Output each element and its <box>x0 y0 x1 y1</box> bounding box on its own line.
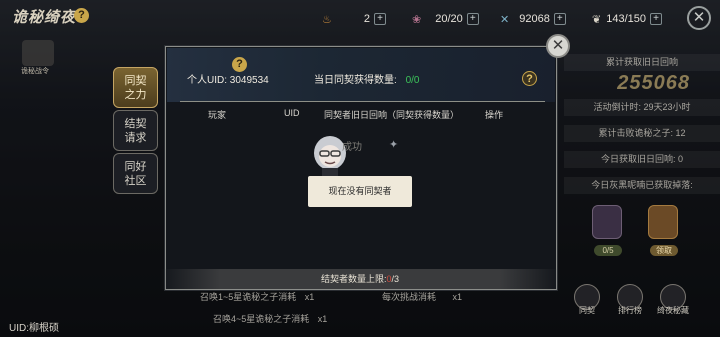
tab-label: 请求 <box>124 132 147 144</box>
today-drop-text: 今日灰黑呢喃已获取掉落: <box>564 177 720 194</box>
challenge-cost-row: 每次挑战消耗 x1 <box>382 290 462 303</box>
resource-value: 2 <box>363 13 370 25</box>
pact-limit-max: /3 <box>391 274 400 284</box>
help-icon[interactable]: ? <box>74 8 89 23</box>
close-icon: ✕ <box>692 9 706 26</box>
summon-cost-text: 召唤4~5星诡秘之子消耗 <box>213 314 310 324</box>
success-text: 成功 <box>342 142 362 153</box>
summon-cost-row: 召唤4~5星诡秘之子消耗 x1 <box>213 312 327 325</box>
resource-value: 20/20 <box>435 13 463 25</box>
tab-label: 结契 <box>124 118 147 130</box>
today-pact-count: 当日同契获得数量: 0/0 <box>314 71 419 86</box>
resource-candle: ♨ 2 + <box>322 11 386 27</box>
column-action: 操作 <box>485 110 504 120</box>
crystal-icon: ✕ <box>500 13 510 26</box>
pouch-reward-icon <box>648 205 678 239</box>
sparkle-icon: ✦ <box>389 139 399 151</box>
close-icon: ✕ <box>551 37 565 54</box>
summon-cost-text: 召唤1~5星诡秘之子消耗 <box>200 292 297 302</box>
ranking-nav-label: 排行榜 <box>618 306 642 315</box>
resource-rose: ❀ 20/20 + <box>412 11 479 27</box>
countdown-text: 活动倒计时: 29天23小时 <box>564 99 720 116</box>
help-icon[interactable]: ? <box>232 57 247 72</box>
event-title: 诡秘绮夜 <box>12 9 77 26</box>
tab-label: 同好 <box>124 161 147 173</box>
war-order-icon[interactable] <box>22 40 54 66</box>
resource-crystal: ✕ 92068 + <box>500 11 566 27</box>
today-echo-text: 今日获取旧日回响: 0 <box>564 151 720 168</box>
screen: 诡秘绮夜 ? 诡秘战令 ♨ 2 + ❀ 20/20 + ✕ 92068 + ❦ … <box>0 0 720 337</box>
close-screen-button[interactable]: ✕ <box>687 6 711 30</box>
summon-cost-count: x1 <box>304 292 315 302</box>
challenge-cost-text: 每次挑战消耗 <box>382 292 437 302</box>
empty-toast: 现在没有同契者 <box>308 176 412 207</box>
tab-label: 同契 <box>124 75 147 87</box>
resource-value: 92068 <box>519 13 550 25</box>
total-echo-value: 255068 <box>617 72 690 94</box>
today-pact-value: 0/0 <box>405 75 420 86</box>
summon-cost-row: 召唤1~5星诡秘之子消耗 x1 <box>200 290 314 303</box>
resource-value: 143/150 <box>606 13 646 25</box>
potion-reward-icon <box>592 205 622 239</box>
add-crystal-button[interactable]: + <box>553 13 566 25</box>
claim-reward-button[interactable]: 领取 <box>650 245 678 256</box>
pact-nav-label: 同契 <box>579 306 595 315</box>
today-pact-label: 当日同契获得数量: <box>314 75 397 86</box>
feather-icon: ❦ <box>592 13 602 26</box>
resource-feather: ❦ 143/150 + <box>592 11 662 27</box>
defeated-count-text: 累计击败诡秘之子: 12 <box>564 125 720 142</box>
challenge-cost-count: x1 <box>452 292 463 302</box>
header-divider <box>180 101 545 102</box>
tab-pact-power[interactable]: 同契 之力 <box>113 67 158 108</box>
rules-icon[interactable]: ? <box>522 71 537 86</box>
reward-count: 0/5 <box>594 245 622 256</box>
treasure-nav-label: 绮夜秘藏 <box>657 306 689 315</box>
summon-cost-count: x1 <box>317 314 328 324</box>
player-uid-footer: UID:柳根硕 <box>9 323 59 334</box>
tab-community[interactable]: 同好 社区 <box>113 153 158 194</box>
total-echo-label: 累计获取旧日回响 <box>564 54 720 71</box>
tab-label: 之力 <box>124 89 147 101</box>
rose-icon: ❀ <box>412 13 422 26</box>
candle-icon: ♨ <box>322 13 332 26</box>
add-candle-button[interactable]: + <box>374 13 386 25</box>
personal-uid: 个人UID: 3049534 <box>187 75 269 86</box>
column-uid: UID <box>284 108 300 118</box>
pact-limit-label: 结契者数量上限: <box>320 274 387 284</box>
war-order-label: 诡秘战令 <box>21 68 49 75</box>
pact-limit-bar: 结契者数量上限:0/3 <box>160 269 560 289</box>
add-rose-button[interactable]: + <box>466 13 479 25</box>
tab-pact-requests[interactable]: 结契 请求 <box>113 110 158 151</box>
column-echo: 同契者旧日回响（同契获得数量） <box>324 110 460 120</box>
column-player: 玩家 <box>208 110 227 120</box>
tab-label: 社区 <box>124 175 147 187</box>
close-dialog-button[interactable]: ✕ <box>546 34 570 58</box>
add-feather-button[interactable]: + <box>649 13 662 25</box>
